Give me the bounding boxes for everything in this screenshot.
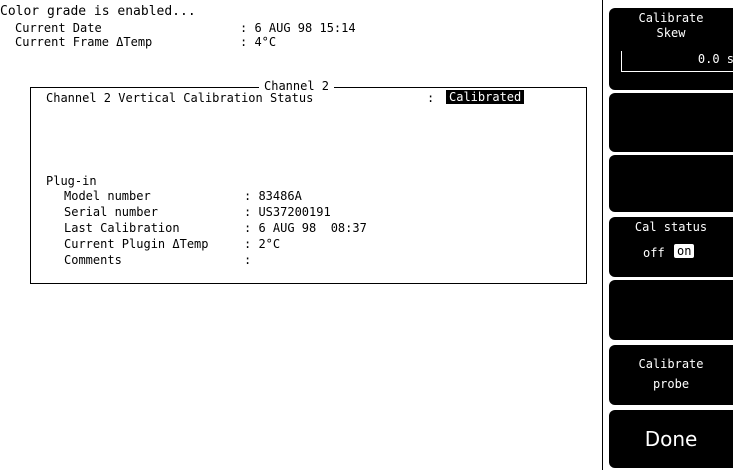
frame-temp-label: Current Frame ΔTemp [15, 35, 153, 49]
calibrated-badge: Calibrated [446, 90, 525, 104]
plugin-temp-value: : 2°C [244, 237, 281, 251]
serial-number-value: : US37200191 [244, 205, 331, 219]
skew-value-field[interactable]: 0.0 s [621, 51, 733, 72]
calibrate-probe-softkey[interactable]: Calibrate probe [609, 345, 733, 405]
skew-value: 0.0 s [697, 52, 733, 66]
model-number-label: Model number [64, 189, 151, 203]
plugin-heading: Plug-in [46, 174, 97, 188]
calibrate-skew-line1: Calibrate [638, 11, 704, 25]
status-separator: : [427, 91, 435, 105]
cal-status-label: Cal status [634, 220, 708, 234]
done-label: Done [644, 427, 698, 451]
calibrate-probe-line1: Calibrate [638, 357, 704, 371]
model-number-value: : 83486A [244, 189, 302, 203]
calibrate-skew-line2: Skew [656, 26, 686, 40]
softkey-divider [602, 0, 603, 470]
comments-value: : [244, 253, 252, 267]
blank-softkey-2[interactable] [609, 155, 733, 212]
status-message: Color grade is enabled... [0, 4, 196, 19]
comments-label: Comments [64, 253, 122, 267]
current-date-label: Current Date [15, 21, 102, 35]
current-date-value: : 6 AUG 98 15:14 [240, 21, 356, 35]
calibrate-skew-softkey[interactable]: Calibrate Skew 0.0 s [609, 8, 733, 90]
blank-softkey-1[interactable] [609, 93, 733, 152]
last-calibration-value: : 6 AUG 98 08:37 [244, 221, 367, 235]
cal-status-off[interactable]: off [643, 247, 665, 259]
calibrate-probe-line2: probe [652, 377, 690, 391]
cal-status-on[interactable]: on [674, 244, 695, 258]
last-calibration-label: Last Calibration [64, 221, 180, 235]
cal-status-softkey[interactable]: Cal status off on [609, 217, 733, 277]
done-softkey[interactable]: Done [609, 410, 733, 468]
blank-softkey-3[interactable] [609, 280, 733, 340]
plugin-temp-label: Current Plugin ΔTemp [64, 237, 209, 251]
serial-number-label: Serial number [64, 205, 158, 219]
frame-temp-value: : 4°C [240, 35, 277, 49]
vertical-cal-status-label: Channel 2 Vertical Calibration Status [46, 91, 314, 105]
